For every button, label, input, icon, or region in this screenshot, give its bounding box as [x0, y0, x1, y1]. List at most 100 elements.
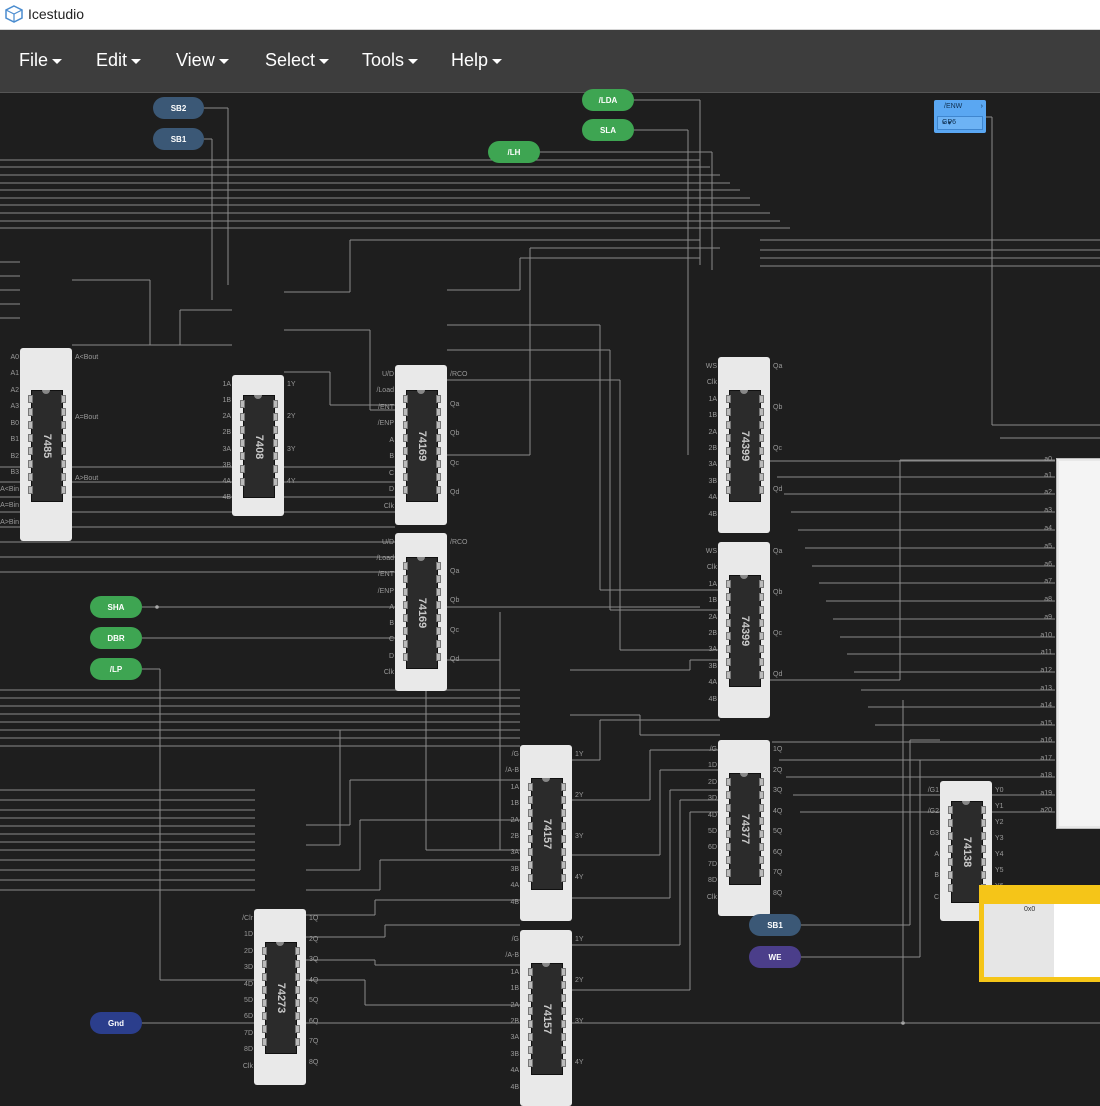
enw-output-block[interactable]: /ENW › GP6 × ▾ [934, 100, 986, 133]
input-port-lp[interactable]: /LP [90, 658, 142, 680]
chip-pin [61, 394, 66, 403]
chip-label: 74377 [739, 813, 751, 845]
chip-pin [726, 395, 731, 403]
chip-pin-label: /ENP [377, 420, 394, 428]
chip-pin [981, 858, 986, 866]
menu-view[interactable]: View [176, 50, 229, 72]
chip-pin [561, 874, 566, 882]
chip-pin-label: Qd [773, 486, 783, 493]
chip-pin-label: 1B [708, 412, 717, 420]
pin-select[interactable]: GP6 × ▾ [937, 116, 983, 130]
input-port-sb1[interactable]: SB1 [153, 128, 204, 150]
chip-pin [403, 653, 408, 661]
menu-select[interactable]: Select [265, 50, 330, 72]
chip-pin-label: 3Y [575, 1018, 584, 1025]
chip-74157[interactable]: 74157/G/A-B 1A 1B 2A 2B 3A 3B 4A 4B 1Y 2Y 3Y 4Y [505, 930, 584, 1106]
chip-pin [262, 1012, 267, 1020]
chip-pin [61, 459, 66, 468]
chip-pin-label: Y3 [995, 835, 1004, 842]
input-port-gnd[interactable]: Gnd [90, 1012, 142, 1034]
menu-tools[interactable]: Tools [362, 50, 419, 72]
chip-7485[interactable]: 7485 A0 A1 A2 A3 B0 B1 B2 B3 A<Bin A=Bin A>Bin A<Bou… [0, 348, 98, 541]
chip-pin-label: 4B [510, 898, 519, 906]
chip-pin-label: 1A [222, 381, 231, 388]
chip-pin [528, 1020, 533, 1028]
chip-pin-label: A>Bout [75, 474, 99, 482]
chip-pin-label: 4Q [309, 976, 319, 984]
memory-content-block[interactable]: 0x0 [979, 885, 1100, 982]
chip-pin-label: Y2 [995, 819, 1004, 826]
chip-pin [726, 869, 731, 877]
chip-74399[interactable]: 74399 WS Clk 1A 1B 2A 2B 3A 3B 4A 4B Qa Qb Qc Qd [706, 542, 782, 718]
chip-pin [436, 408, 441, 416]
address-pin-label: a14 [1040, 702, 1052, 709]
chip-74273[interactable]: 74273/Clr 1D 2D 3D 4D 5D 6D 7D 8D Clk 1Q 2Q 3Q 4Q 5Q 6Q… [242, 909, 318, 1085]
input-port-sha[interactable]: SHA [90, 596, 142, 618]
memory-editor[interactable]: 0x0 [984, 904, 1100, 977]
chip-label: 74399 [739, 430, 751, 462]
menu-edit[interactable]: Edit [96, 50, 142, 72]
port-label: DBR [107, 633, 125, 643]
chip-pin-label: 7Q [773, 869, 783, 876]
input-port-lda[interactable]: /LDA [582, 89, 634, 111]
memory-module[interactable] [1056, 458, 1100, 829]
chip-pin [403, 627, 408, 635]
chip-pin-label: D [388, 486, 394, 494]
input-port-lh[interactable]: /LH [488, 141, 540, 163]
chip-pin [295, 986, 300, 994]
chip-pin [436, 473, 441, 481]
menu-help[interactable]: Help [451, 50, 503, 72]
chip-74157[interactable]: 74157/G/A-B 1A 1B 2A 2B 3A 3B 4A 4B 1Y 2Y 3Y 4Y [505, 745, 584, 921]
chip-74377[interactable]: 74377/G 1D 2D 3D 4D 5D 6D 7D 8D Clk 1Q 2Q 3Q 4Q 5Q 6Q 7Q… [707, 740, 782, 916]
chip-notch [42, 389, 50, 394]
input-port-sla[interactable]: SLA [582, 119, 634, 141]
chip-pin [528, 835, 533, 843]
chip-pin-label: A0 [10, 354, 19, 361]
chip-notch [542, 778, 550, 782]
chip-pin-label: 2A [708, 428, 717, 436]
input-port-dbr[interactable]: DBR [90, 627, 142, 649]
input-port-sb2[interactable]: SB2 [153, 97, 204, 119]
chip-pin-label: 3A [708, 461, 717, 469]
chip-pin [295, 947, 300, 955]
chip-pin-label: 4A [708, 494, 717, 502]
chip-pin [726, 460, 731, 468]
chip-notch [276, 942, 284, 946]
design-canvas[interactable]: 7485 A0 A1 A2 A3 B0 B1 B2 B3 A<Bin A=Bin A>Bin A<Bou… [0, 93, 1100, 1106]
address-pin-label: a10 [1040, 632, 1052, 639]
chip-pin [61, 446, 66, 455]
chip-pin-label: 4A [222, 477, 231, 485]
chip-pin [28, 407, 33, 416]
chip-pin [759, 593, 764, 601]
chip-pin-label: /RCO [450, 371, 468, 378]
chip-pin [759, 486, 764, 494]
menu-file[interactable]: File [19, 50, 63, 72]
chip-pin [726, 486, 731, 494]
chip-pin [61, 433, 66, 442]
chip-pin [561, 994, 566, 1002]
port-label: SB1 [767, 920, 783, 930]
chip-pin [61, 420, 66, 429]
chip-pin-label: Qa [773, 548, 783, 555]
chip-74169[interactable]: 74169 U/D/Load/ENT/ENP A B C D Clk/RCO Qa Qb Qc Qd [376, 533, 468, 691]
chip-7408[interactable]: 7408 1A 1B 2A 2B 3A 3B 4A 4B 1Y 2Y 3Y 4Y [222, 375, 296, 516]
chip-pin [726, 843, 731, 851]
chip-pin-label: Y4 [995, 851, 1004, 858]
chip-pin-label: Qc [450, 626, 459, 634]
chip-74399[interactable]: 74399 WS Clk 1A 1B 2A 2B 3A 3B 4A 4B Qa Qb Qc Qd [706, 357, 782, 533]
chip-pin-label: 4B [510, 1083, 519, 1091]
port-label: /LDA [598, 95, 618, 105]
chip-pin [295, 1025, 300, 1033]
chip-pin-label: 6D [244, 1013, 253, 1021]
chip-pin-label: /ENP [377, 587, 394, 595]
port-label: SB1 [170, 134, 187, 144]
chip-pin [528, 1046, 533, 1054]
chip-pin-label: Clk [383, 502, 394, 510]
caret-down-icon [52, 58, 63, 64]
chip-pin-label: Qa [773, 363, 783, 370]
chevron-right-icon: › [980, 103, 983, 110]
chip-74169[interactable]: 74169 U/D/Load/ENT/ENP A B C D Clk/RCO Qa Qb Qc Qd [376, 365, 468, 525]
input-port-we[interactable]: WE [749, 946, 801, 968]
input-port-sb1-bottom[interactable]: SB1 [749, 914, 801, 936]
chip-label: 74157 [541, 1003, 553, 1035]
